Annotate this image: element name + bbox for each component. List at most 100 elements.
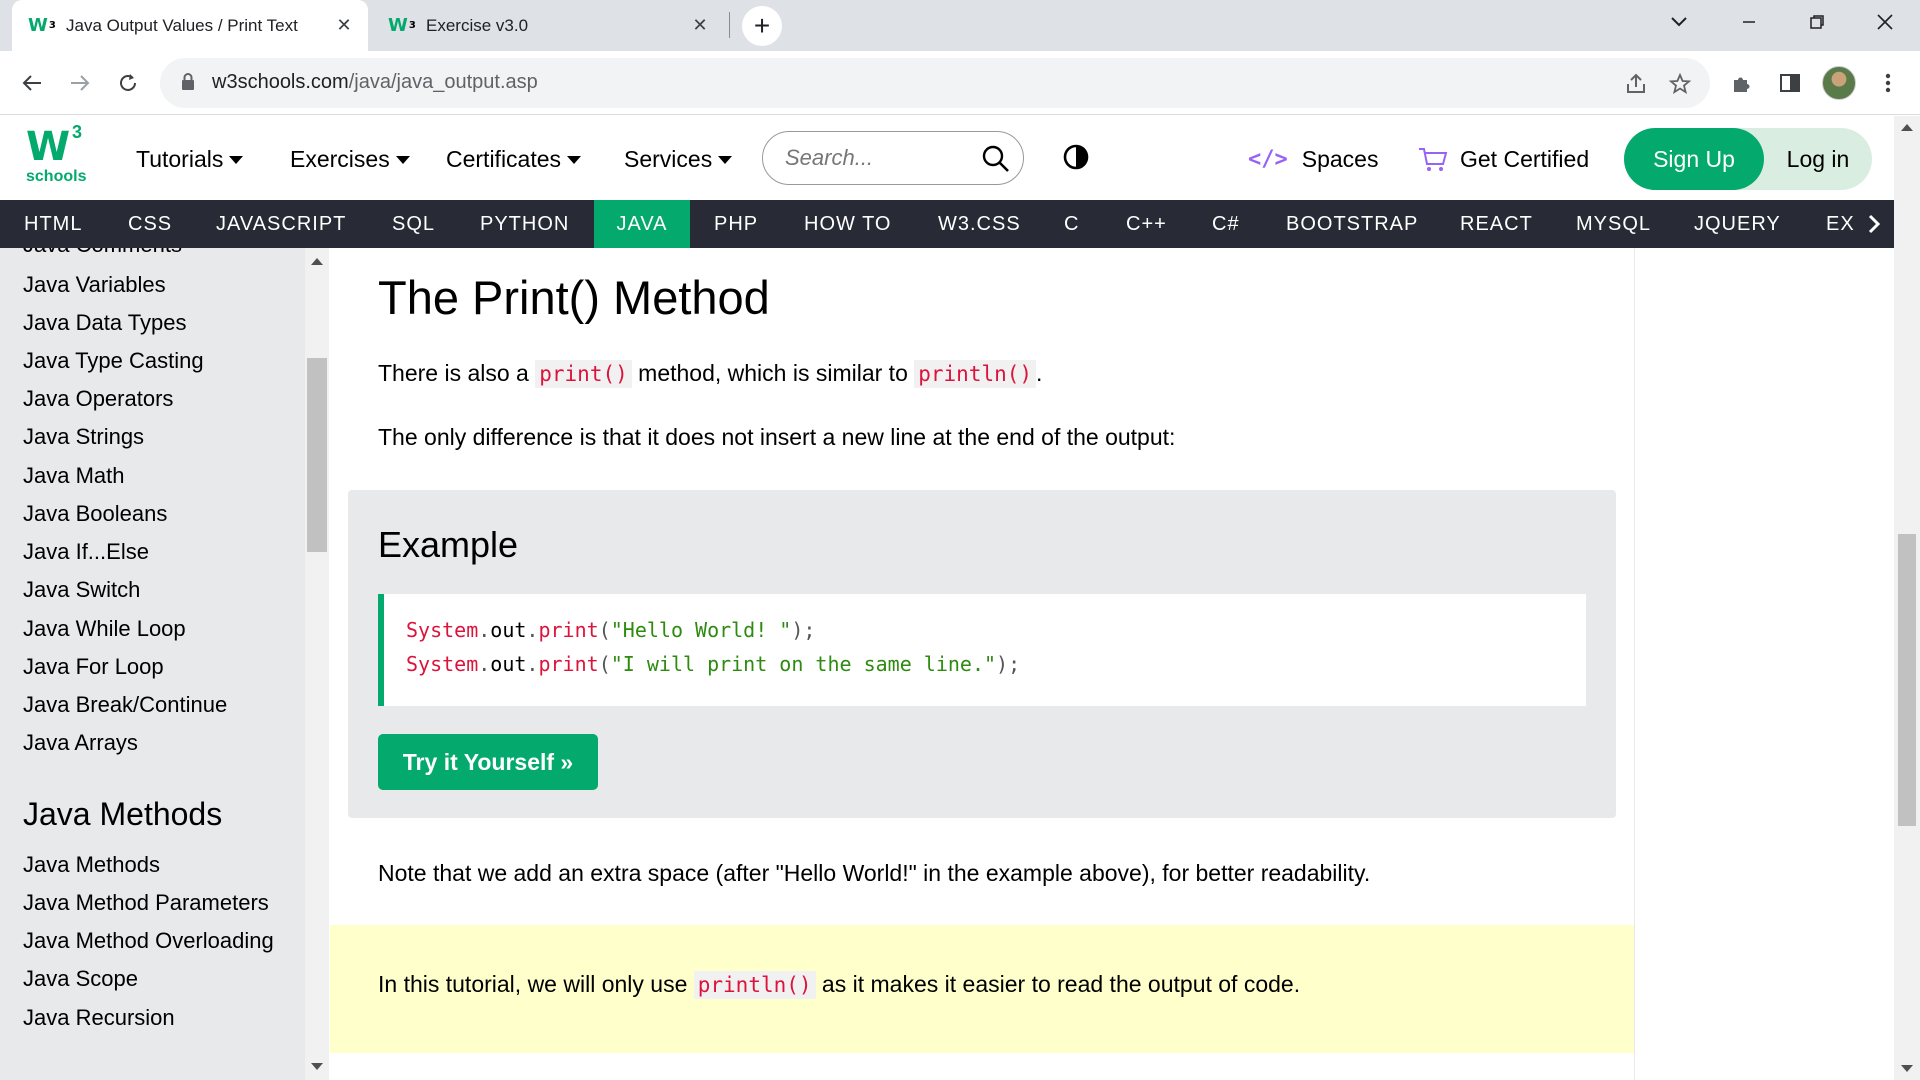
sidebar-item[interactable]: Java Booleans xyxy=(23,501,167,527)
browser-tab-inactive[interactable]: W3 Exercise v3.0 ✕ xyxy=(374,0,724,51)
close-window-icon[interactable] xyxy=(1850,0,1920,44)
topnav-item-howto[interactable]: HOW TO xyxy=(780,200,915,248)
sidebar-item[interactable]: Java Operators xyxy=(23,386,173,412)
sidebar-item[interactable]: Java Recursion xyxy=(23,1005,175,1031)
sidebar-item[interactable]: Java Method Parameters xyxy=(23,890,269,916)
scrollbar-thumb[interactable] xyxy=(1898,534,1916,826)
page-title: The Print() Method xyxy=(378,271,770,324)
sidebar-item[interactable]: Java Strings xyxy=(23,424,144,450)
sidebar-item[interactable]: Java While Loop xyxy=(23,616,186,642)
topnav-item-sql[interactable]: SQL xyxy=(368,200,459,248)
new-tab-button[interactable]: + xyxy=(742,6,782,46)
right-column xyxy=(1635,248,1894,1080)
share-icon[interactable] xyxy=(1622,70,1650,98)
scroll-down-arrow-icon[interactable] xyxy=(311,1063,323,1070)
sidebar-item[interactable]: Java If...Else xyxy=(23,539,149,565)
address-bar[interactable]: w3schools.com/java/java_output.asp xyxy=(160,58,1710,108)
topnav-item-w3css[interactable]: W3.CSS xyxy=(914,200,1045,248)
minimize-icon[interactable] xyxy=(1714,0,1784,44)
example-box: Example System.out.print("Hello World! "… xyxy=(348,490,1616,818)
topnav-item-jquery[interactable]: JQUERY xyxy=(1670,200,1805,248)
paragraph-difference: The only difference is that it does not … xyxy=(378,424,1176,450)
menu-label: Services xyxy=(624,146,713,172)
sidebar-item[interactable]: Java Methods xyxy=(23,852,160,878)
sidebar-item[interactable]: Java Scope xyxy=(23,966,138,992)
text-segment: as it makes it easier to read the output… xyxy=(815,971,1301,997)
tab-search-icon[interactable] xyxy=(1644,0,1714,44)
topnav-item-bootstrap[interactable]: BOOTSTRAP xyxy=(1262,200,1442,248)
sidebar-item[interactable]: Java Arrays xyxy=(23,730,138,756)
sidebar-item[interactable]: Java Math xyxy=(23,463,125,489)
tab-close-icon[interactable]: ✕ xyxy=(330,12,358,40)
topnav-item-java[interactable]: JAVA xyxy=(594,200,690,248)
menu-tutorials[interactable]: Tutorials xyxy=(136,146,244,173)
scroll-down-arrow-icon[interactable] xyxy=(1901,1065,1913,1072)
sidepanel-icon[interactable] xyxy=(1772,65,1808,101)
back-icon[interactable] xyxy=(14,65,50,101)
menu-services[interactable]: Services xyxy=(624,146,733,173)
sidebar-scrollbar[interactable] xyxy=(305,248,329,1080)
topnav-item-php[interactable]: PHP xyxy=(690,200,782,248)
topnav-item-python[interactable]: PYTHON xyxy=(456,200,593,248)
topnav-item-cpp[interactable]: C++ xyxy=(1102,200,1191,248)
main-content: The Print() Method There is also a print… xyxy=(330,248,1634,1080)
sidebar-item[interactable]: Java Method Overloading xyxy=(23,928,274,954)
sidebar-item-java-comments[interactable]: Java Comments xyxy=(23,248,182,258)
sidebar-item[interactable]: Java Break/Continue xyxy=(23,692,227,718)
menu-label: Certificates xyxy=(446,146,562,172)
search-input[interactable] xyxy=(785,144,965,172)
page-scrollbar[interactable] xyxy=(1894,116,1920,1080)
sidebar-item[interactable]: Java Switch xyxy=(23,577,140,603)
browser-tabstrip: W3 Java Output Values / Print Text ✕ W3 … xyxy=(0,0,1920,51)
reload-icon[interactable] xyxy=(110,65,146,101)
topnav-item-css[interactable]: CSS xyxy=(104,200,196,248)
spaces-link[interactable]: </> Spaces xyxy=(1248,146,1378,173)
browser-tab-active[interactable]: W3 Java Output Values / Print Text ✕ xyxy=(12,0,368,51)
caret-down-icon xyxy=(395,155,410,164)
inline-code: println() xyxy=(693,971,816,999)
get-certified-label: Get Certified xyxy=(1460,146,1590,172)
topnav-item-mysql[interactable]: MYSQL xyxy=(1552,200,1675,248)
inline-code: println() xyxy=(914,360,1037,388)
restore-icon[interactable] xyxy=(1782,0,1852,44)
search-icon[interactable] xyxy=(981,144,1011,174)
sidebar-item[interactable]: Java For Loop xyxy=(23,654,164,680)
menu-certificates[interactable]: Certificates xyxy=(446,146,582,173)
text-segment: . xyxy=(1036,360,1043,386)
sidebar-item[interactable]: Java Type Casting xyxy=(23,348,204,374)
paragraph-note: Note that we add an extra space (after "… xyxy=(378,860,1371,886)
tab-separator xyxy=(729,12,730,38)
text-segment: There is also a xyxy=(378,360,536,386)
sidebar-item[interactable]: Java Variables xyxy=(23,272,166,298)
scroll-up-arrow-icon[interactable] xyxy=(311,258,323,265)
chevron-right-icon[interactable] xyxy=(1854,200,1894,248)
sidebar-item[interactable]: Java Data Types xyxy=(23,310,186,336)
forward-icon[interactable] xyxy=(62,65,98,101)
extensions-icon[interactable] xyxy=(1724,65,1760,101)
topnav-item-javascript[interactable]: JAVASCRIPT xyxy=(192,200,370,248)
example-heading: Example xyxy=(378,524,519,565)
sign-up-button[interactable]: Sign Up xyxy=(1624,128,1764,190)
topnav-item-csharp[interactable]: C# xyxy=(1188,200,1264,248)
star-icon[interactable] xyxy=(1666,70,1694,98)
tab-title: Java Output Values / Print Text xyxy=(66,15,298,35)
logo-text: schools xyxy=(26,168,87,185)
log-in-button[interactable]: Log in xyxy=(1764,128,1872,190)
topic-nav: HTML CSS JAVASCRIPT SQL PYTHON JAVA PHP … xyxy=(0,200,1894,248)
get-certified-link[interactable]: Get Certified xyxy=(1418,146,1589,173)
topnav-item-react[interactable]: REACT xyxy=(1436,200,1557,248)
topnav-item-html[interactable]: HTML xyxy=(0,200,106,248)
w3schools-logo[interactable]: W 3 schools xyxy=(26,122,90,190)
menu-label: Exercises xyxy=(290,146,390,172)
menu-icon[interactable] xyxy=(1870,65,1906,101)
contrast-toggle-icon[interactable] xyxy=(1063,144,1089,170)
profile-avatar[interactable] xyxy=(1822,66,1856,100)
tab-close-icon[interactable]: ✕ xyxy=(686,12,714,40)
menu-label: Tutorials xyxy=(136,146,224,172)
topnav-item-c[interactable]: C xyxy=(1040,200,1103,248)
scroll-up-arrow-icon[interactable] xyxy=(1901,124,1913,131)
try-it-yourself-button[interactable]: Try it Yourself » xyxy=(378,734,598,790)
menu-exercises[interactable]: Exercises xyxy=(290,146,410,173)
scrollbar-thumb[interactable] xyxy=(307,358,327,552)
code-line: System.out.print("I will print on the sa… xyxy=(406,652,1021,676)
